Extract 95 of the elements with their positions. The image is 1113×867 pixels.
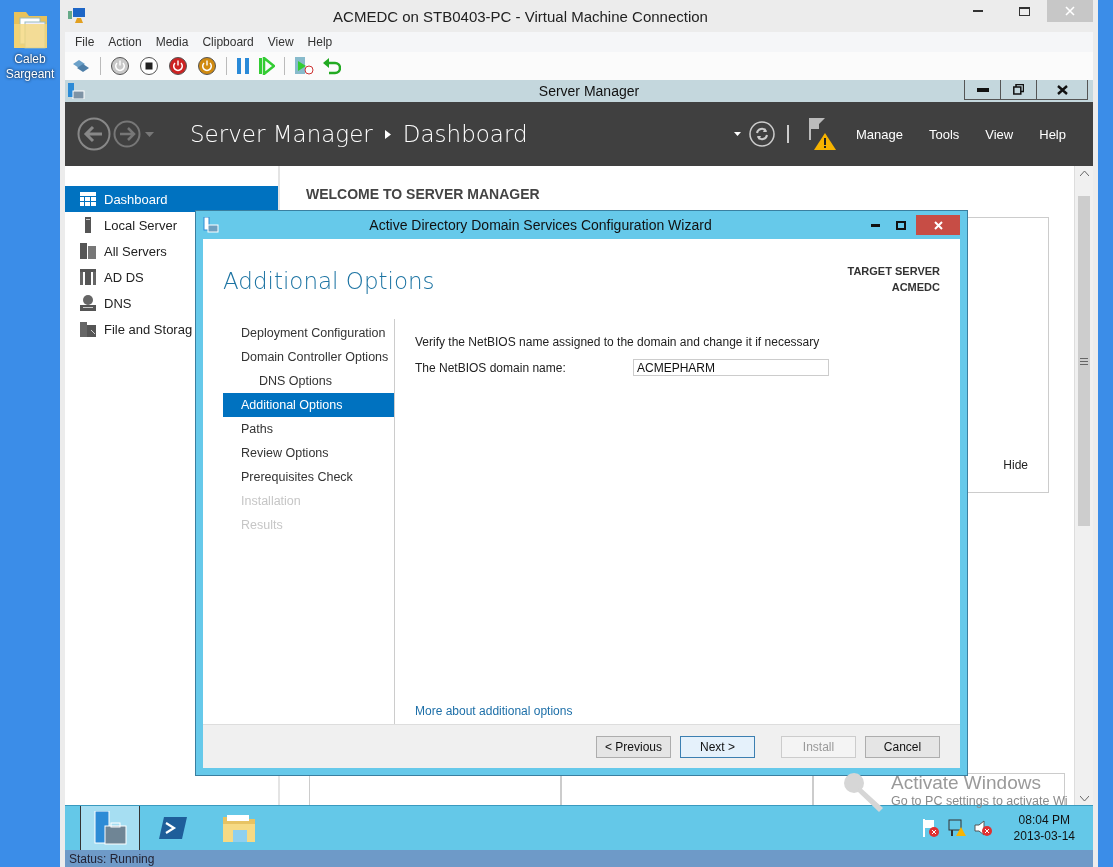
powershell-icon bbox=[159, 817, 187, 839]
activation-text: Go to PC settings to activate Wi bbox=[891, 794, 1068, 808]
dropdown-icon bbox=[733, 132, 741, 136]
taskbar-button[interactable] bbox=[80, 806, 140, 850]
clock-time: 08:04 PM bbox=[1018, 812, 1070, 828]
power-icon bbox=[197, 56, 217, 76]
servers-icon bbox=[80, 243, 96, 259]
breadcrumb-item[interactable]: Server Manager bbox=[190, 121, 373, 147]
wizard-icon bbox=[203, 217, 219, 233]
back-button[interactable] bbox=[77, 117, 111, 151]
scrollbar[interactable] bbox=[1074, 166, 1093, 805]
help-link[interactable]: More about additional options bbox=[415, 704, 573, 718]
revert-icon bbox=[323, 57, 341, 75]
grid-icon bbox=[80, 192, 96, 206]
wizard-button[interactable]: Next > bbox=[680, 735, 755, 758]
pause-icon bbox=[236, 57, 250, 75]
wizard-step[interactable]: Additional Options bbox=[223, 393, 394, 417]
menu-item[interactable]: Help bbox=[300, 35, 340, 49]
window-title: Server Manager bbox=[538, 83, 640, 99]
scroll-thumb[interactable] bbox=[1078, 196, 1090, 526]
minimize-icon bbox=[976, 87, 989, 92]
close-button[interactable] bbox=[1036, 80, 1088, 100]
menu-item[interactable]: View bbox=[260, 35, 301, 49]
dialog-title: Active Directory Domain Services Configuration Wizard bbox=[368, 217, 713, 233]
menu-item[interactable]: Action bbox=[101, 35, 149, 49]
window-title: ACMEDC on STB0403-PC - Virtual Machine Connection bbox=[332, 7, 709, 25]
scroll-down-icon bbox=[1079, 796, 1089, 801]
checkpoint-icon bbox=[294, 56, 314, 76]
wizard-step[interactable]: Review Options bbox=[223, 441, 394, 465]
menu-item[interactable]: Media bbox=[148, 35, 196, 49]
refresh-button[interactable] bbox=[748, 121, 775, 147]
field-label: The NetBIOS domain name: bbox=[415, 360, 567, 375]
breadcrumb-arrow-icon bbox=[384, 129, 391, 139]
flag-error-icon bbox=[921, 819, 940, 837]
minimize-button[interactable] bbox=[964, 80, 1001, 100]
nav-item[interactable]: All Servers bbox=[65, 238, 278, 264]
scroll-up-icon bbox=[1079, 171, 1089, 176]
notifications-button[interactable] bbox=[806, 117, 837, 151]
wizard-step[interactable]: Paths bbox=[223, 417, 394, 441]
menu-item[interactable]: Manage bbox=[842, 126, 916, 142]
wizard-step: Results bbox=[223, 513, 394, 537]
server-manager-icon bbox=[67, 83, 85, 99]
clock[interactable]: 08:04 PM 2013-03-14 bbox=[1013, 812, 1075, 844]
target-server-name: ACMEDC bbox=[890, 280, 940, 295]
server-manager-icon bbox=[93, 811, 127, 845]
nav-item[interactable]: Local Server bbox=[65, 212, 278, 238]
globe-server-icon bbox=[80, 295, 96, 311]
close-icon bbox=[1056, 84, 1068, 95]
wizard-button[interactable]: < Previous bbox=[596, 735, 671, 758]
close-icon bbox=[1065, 6, 1075, 16]
wizard-step: Installation bbox=[223, 489, 394, 513]
server-rack-icon bbox=[80, 269, 96, 285]
nav-item[interactable]: Dashboard bbox=[65, 186, 278, 212]
target-server-label: TARGET SERVER bbox=[847, 264, 940, 279]
grip-icon bbox=[1080, 357, 1088, 365]
wizard-step[interactable]: Deployment Configuration bbox=[223, 321, 394, 345]
key-icon bbox=[843, 772, 883, 812]
menu-item[interactable]: View bbox=[972, 126, 1027, 142]
wizard-step[interactable]: Prerequisites Check bbox=[223, 465, 394, 489]
network-warning-icon bbox=[947, 819, 966, 837]
power-icon bbox=[168, 56, 188, 76]
menu-item[interactable]: Clipboard bbox=[195, 35, 261, 49]
play-icon bbox=[259, 57, 275, 75]
vm-connection-icon bbox=[68, 8, 86, 24]
maximize-icon bbox=[896, 220, 906, 230]
status-bar: Status: Running bbox=[65, 850, 1093, 867]
file-storage-icon bbox=[80, 321, 96, 337]
menu-item[interactable]: File bbox=[68, 35, 102, 49]
toolbar-button[interactable] bbox=[166, 56, 190, 76]
menu-item[interactable]: Help bbox=[1026, 126, 1079, 142]
netbios-name-field[interactable]: ACMEPHARM bbox=[633, 359, 829, 376]
close-icon bbox=[933, 220, 943, 230]
clock-date: 2013-03-14 bbox=[1013, 828, 1075, 844]
activation-title: Activate Windows bbox=[891, 772, 1042, 794]
toolbar-button[interactable] bbox=[137, 56, 161, 76]
instruction-text: Verify the NetBIOS name assigned to the domain and change it if necessary bbox=[415, 335, 821, 349]
hide-link[interactable]: Hide bbox=[1003, 458, 1028, 472]
stop-icon bbox=[139, 56, 159, 76]
section-heading: WELCOME TO SERVER MANAGER bbox=[306, 186, 541, 202]
wizard-button[interactable]: Cancel bbox=[865, 735, 940, 758]
flag-warning-icon bbox=[806, 117, 837, 151]
restore-icon bbox=[1013, 84, 1024, 95]
minimize-icon bbox=[973, 10, 983, 12]
maximize-icon bbox=[1018, 6, 1030, 16]
breadcrumb-item[interactable]: Dashboard bbox=[402, 121, 528, 147]
dropdown-icon bbox=[145, 131, 154, 137]
wizard-step[interactable]: DNS Options bbox=[223, 369, 394, 393]
wizard-step[interactable]: Domain Controller Options bbox=[223, 345, 394, 369]
menu-item[interactable]: Tools bbox=[915, 126, 973, 142]
refresh-icon bbox=[748, 121, 775, 147]
minimize-icon bbox=[870, 223, 880, 227]
forward-button[interactable] bbox=[113, 120, 141, 148]
power-icon bbox=[110, 56, 130, 76]
speaker-muted-icon bbox=[973, 819, 992, 837]
folder-icon bbox=[223, 814, 255, 842]
